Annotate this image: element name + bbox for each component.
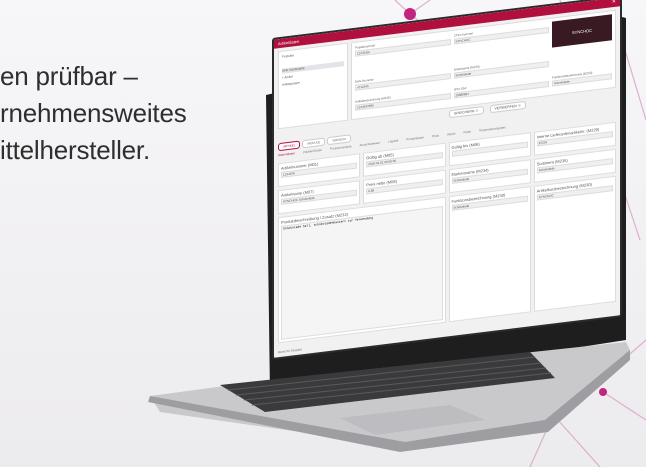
save-button[interactable]: SPEICHERN ☉ (449, 106, 484, 119)
product-image: SYNCHOC (552, 14, 612, 48)
tab-artikel[interactable]: ARTIKEL (278, 140, 301, 152)
description-card: Produktbeschreibung / Zusatz (M233) Schok… (278, 196, 446, 344)
subtab[interactable]: Produktdaten (406, 135, 424, 144)
status-bar: Bereit für Eingabe (278, 347, 303, 355)
subtab[interactable]: Import (447, 131, 456, 139)
tab-version[interactable]: VERSION (327, 134, 351, 146)
tab-module[interactable]: MODULE (302, 137, 326, 149)
close-icon[interactable]: ✕ (612, 0, 616, 5)
subtab[interactable]: Logistik (388, 139, 398, 147)
field-card: Funktionsbezeichnung (M230) Schokolade (448, 186, 531, 323)
subtab[interactable]: Pulse (463, 130, 471, 138)
subtab[interactable]: Stammdaten (278, 151, 295, 160)
product-tree: Produkte SKB Schokolade + Artikel Artike… (278, 42, 348, 130)
laptop-screen: Artikeldaten ✕ Produkte SKB Schokolade +… (272, 0, 622, 361)
app-window: Artikeldaten ✕ Produkte SKB Schokolade +… (272, 0, 622, 361)
subtab[interactable]: Preis (432, 134, 439, 142)
subtab[interactable]: Temperaturangaben (479, 125, 506, 135)
description-textarea[interactable]: Schokolade hell, schokoladenbasiert zur … (281, 206, 443, 340)
field-card: Artikelkurzbezeichnung (M230) SYNCHOC (533, 175, 616, 312)
subtab[interactable]: Zutaten/Daten (303, 148, 322, 157)
field: Funktionsbezeichnung (M230) Schokolade (552, 68, 612, 92)
detail-grid: Artikelnummer (M01) 1234456 Gültig ab (M0… (278, 121, 616, 344)
discard-button[interactable]: VERWERFEN ☉ (489, 100, 526, 114)
window-title: Artikeldaten (278, 38, 300, 47)
subtab[interactable]: Ausschüttewert (360, 141, 381, 151)
subtab[interactable]: Prozessvariante (330, 144, 352, 154)
